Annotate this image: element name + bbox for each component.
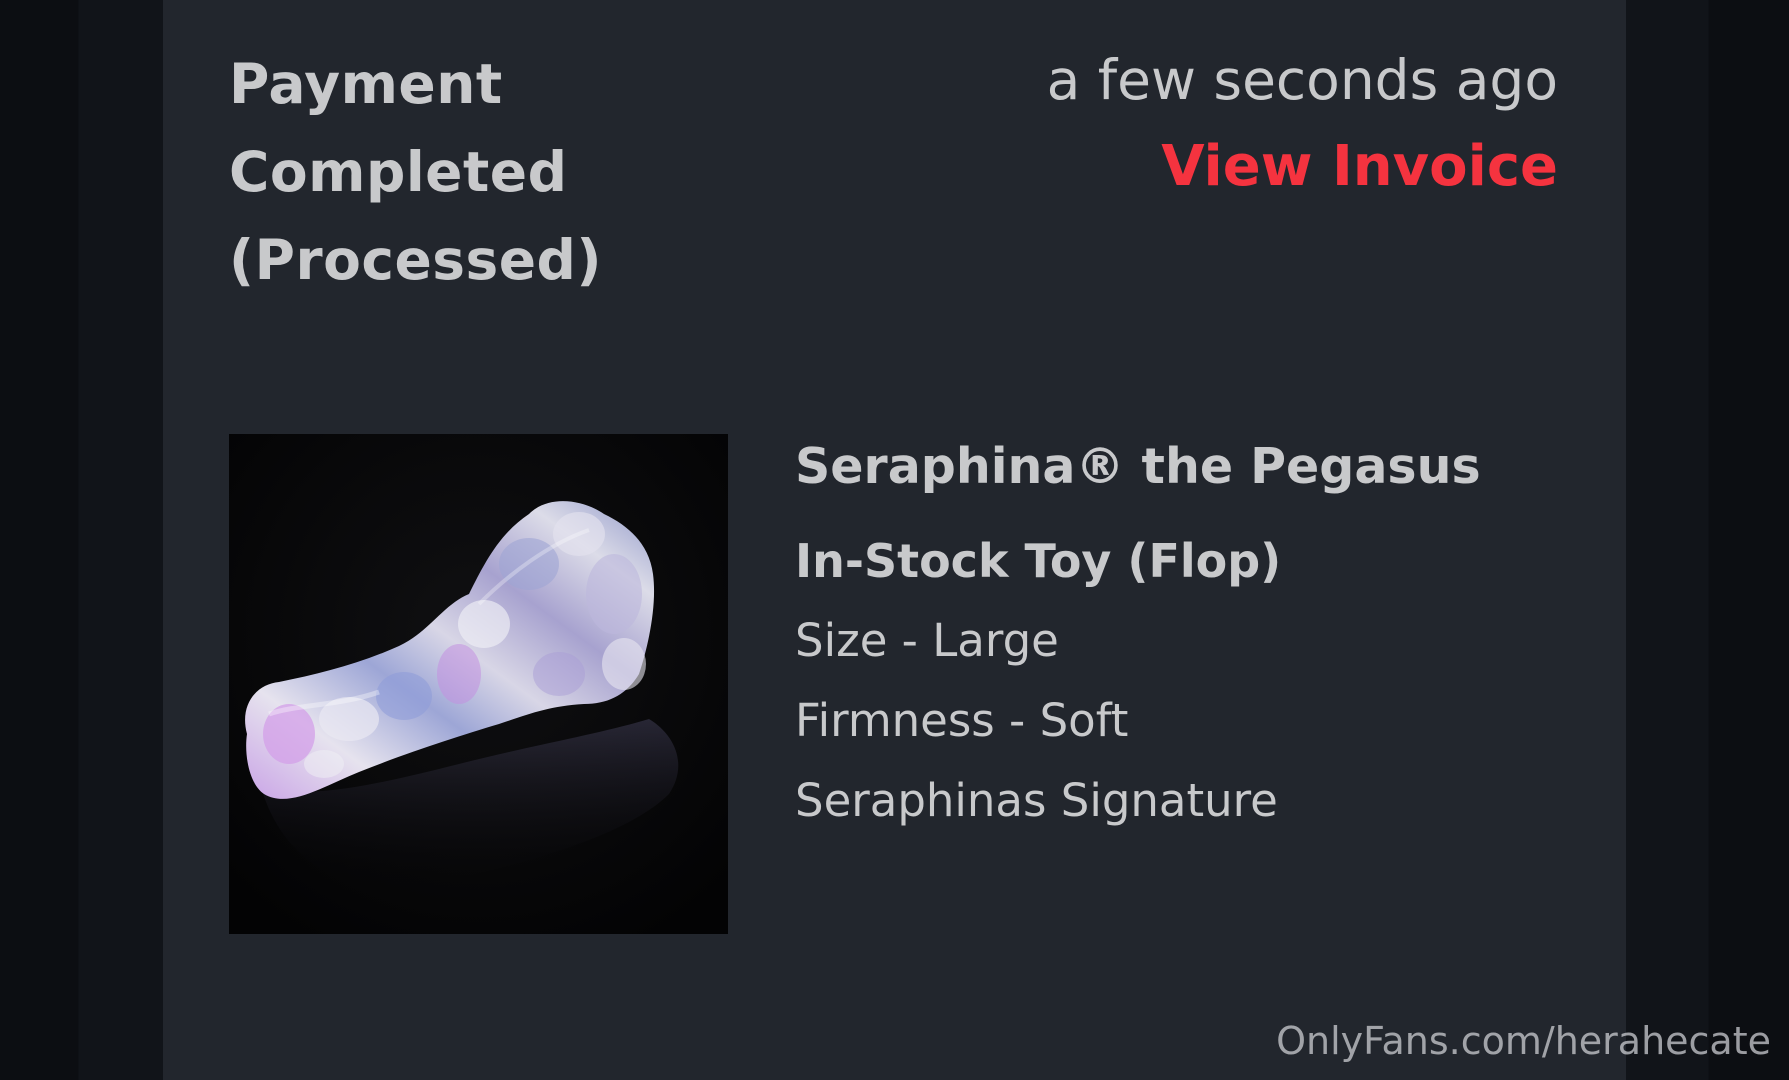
order-status-title: Payment Completed (Processed) bbox=[229, 40, 649, 304]
product-details: Seraphina® the Pegasus In-Stock Toy (Flo… bbox=[795, 430, 1555, 834]
view-invoice-link[interactable]: View Invoice bbox=[1161, 128, 1558, 206]
product-option-signature: Seraphinas Signature bbox=[795, 774, 1278, 827]
status-line: (Processed) bbox=[229, 228, 603, 292]
watermark-text: OnlyFans.com/herahecate bbox=[1276, 1019, 1771, 1063]
product-variant: In-Stock Toy (Flop) bbox=[795, 534, 1282, 588]
status-line: Payment bbox=[229, 52, 503, 116]
order-timestamp: a few seconds ago bbox=[1046, 48, 1558, 112]
left-backdrop bbox=[0, 0, 163, 1080]
product-image bbox=[229, 434, 728, 934]
right-backdrop bbox=[1626, 0, 1789, 1080]
product-option-firmness: Firmness - Soft bbox=[795, 694, 1129, 747]
order-card: Payment Completed (Processed) a few seco… bbox=[163, 0, 1626, 1080]
status-line: Completed bbox=[229, 140, 568, 204]
product-name: Seraphina® the Pegasus bbox=[795, 438, 1481, 495]
product-option-size: Size - Large bbox=[795, 614, 1059, 667]
screen: Payment Completed (Processed) a few seco… bbox=[0, 0, 1789, 1080]
